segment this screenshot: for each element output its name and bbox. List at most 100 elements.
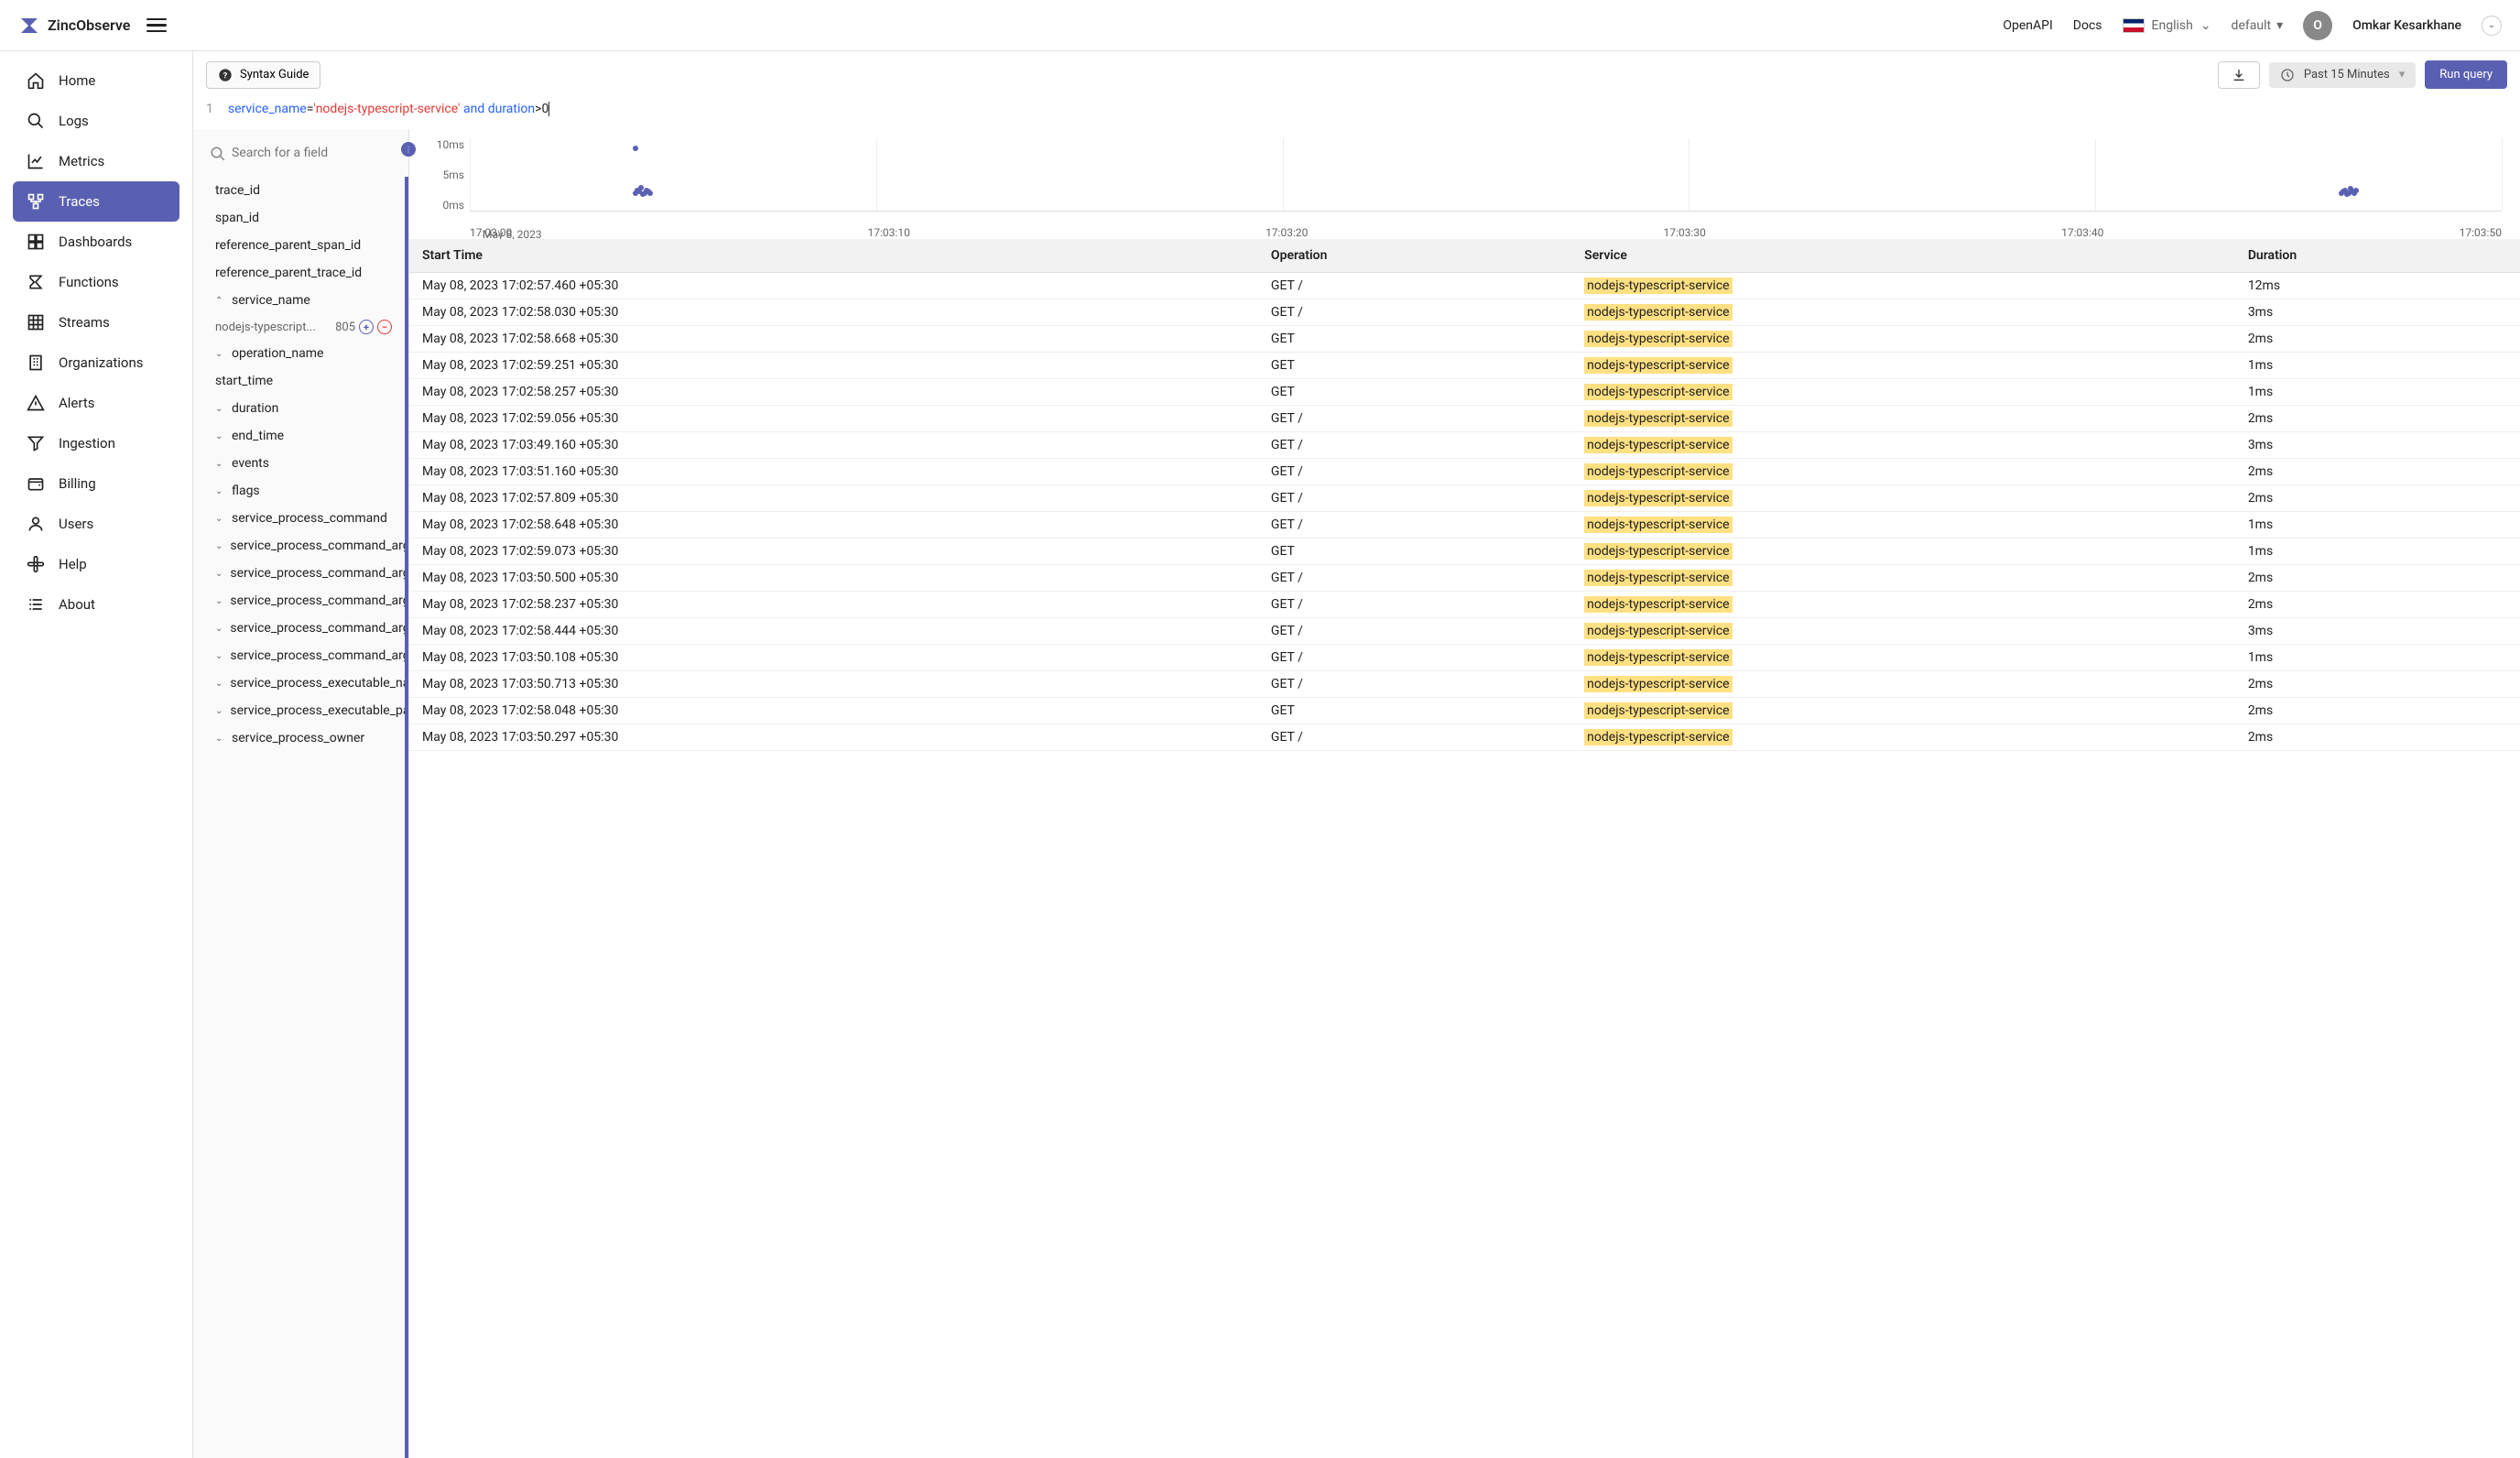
openapi-link[interactable]: OpenAPI [2003,18,2052,33]
col-duration[interactable]: Duration [2235,239,2520,273]
cell-service: nodejs-typescript-service [1571,724,2235,751]
language-selector[interactable]: English ⌄ [2123,18,2211,33]
field-reference_parent_trace_id[interactable]: reference_parent_trace_id [193,259,405,287]
field-service_process_command_arg[interactable]: ⌄service_process_command_arg... [193,532,405,560]
cell-operation: GET / [1258,512,1571,539]
slack-icon [26,554,46,574]
menu-toggle-icon[interactable] [147,18,167,33]
cell-duration: 1ms [2235,379,2520,406]
cell-service: nodejs-typescript-service [1571,539,2235,565]
table-row[interactable]: May 08, 2023 17:02:59.073 +05:30GETnodej… [409,539,2520,565]
chart-point[interactable] [635,188,640,193]
field-duration[interactable]: ⌄duration [193,395,405,422]
user-avatar[interactable]: O [2303,11,2332,40]
table-row[interactable]: May 08, 2023 17:02:58.030 +05:30GET /nod… [409,299,2520,326]
sidebar-item-alerts[interactable]: Alerts [13,383,179,423]
field-events[interactable]: ⌄events [193,450,405,477]
table-row[interactable]: May 08, 2023 17:03:51.160 +05:30GET /nod… [409,459,2520,485]
table-row[interactable]: May 08, 2023 17:03:49.160 +05:30GET /nod… [409,432,2520,459]
table-row[interactable]: May 08, 2023 17:02:58.257 +05:30GETnodej… [409,379,2520,406]
download-button[interactable] [2218,61,2260,89]
field-trace_id[interactable]: trace_id [193,177,405,204]
sidebar-item-traces[interactable]: Traces [13,181,179,222]
chevron-down-icon: ⌄ [215,624,223,634]
home-icon [26,71,46,91]
nav-label: Metrics [59,153,104,169]
table-row[interactable]: May 08, 2023 17:02:58.668 +05:30GETnodej… [409,326,2520,353]
field-reference_parent_span_id[interactable]: reference_parent_span_id [193,232,405,259]
brand-logo[interactable]: ZincObserve [18,15,130,37]
table-row[interactable]: May 08, 2023 17:02:58.648 +05:30GET /nod… [409,512,2520,539]
field-service_process_command[interactable]: ⌄service_process_command [193,505,405,532]
cell-start-time: May 08, 2023 17:02:57.460 +05:30 [409,273,1258,299]
field-span_id[interactable]: span_id [193,204,405,232]
run-query-button[interactable]: Run query [2425,60,2507,89]
table-row[interactable]: May 08, 2023 17:02:58.048 +05:30GETnodej… [409,698,2520,724]
table-row[interactable]: May 08, 2023 17:02:57.809 +05:30GET /nod… [409,485,2520,512]
field-service_process_command_arg[interactable]: ⌄service_process_command_arg... [193,587,405,615]
field-search-wrap: ⋮ [193,129,408,177]
table-row[interactable]: May 08, 2023 17:03:50.500 +05:30GET /nod… [409,565,2520,592]
cell-operation: GET [1258,353,1571,379]
table-row[interactable]: May 08, 2023 17:03:50.108 +05:30GET /nod… [409,645,2520,671]
table-row[interactable]: May 08, 2023 17:02:57.460 +05:30GET /nod… [409,273,2520,299]
sidebar-item-about[interactable]: About [13,584,179,625]
field-operation_name[interactable]: ⌄operation_name [193,340,405,367]
field-service_process_executable_pa[interactable]: ⌄service_process_executable_pa... [193,697,405,724]
field-service_process_executable_na[interactable]: ⌄service_process_executable_na... [193,669,405,697]
sidebar-item-metrics[interactable]: Metrics [13,141,179,181]
syntax-guide-button[interactable]: ? Syntax Guide [206,61,320,89]
col-operation[interactable]: Operation [1258,239,1571,273]
field-search-input[interactable] [202,138,399,168]
field-flags[interactable]: ⌄flags [193,477,405,505]
add-filter-icon[interactable]: + [359,320,374,334]
field-service_name[interactable]: ⌃service_name [193,287,405,314]
field-value-count: 805 [335,321,355,334]
chart-point[interactable] [633,146,638,151]
table-row[interactable]: May 08, 2023 17:03:50.297 +05:30GET /nod… [409,724,2520,751]
remove-filter-icon[interactable]: − [377,320,392,334]
download-icon [2232,68,2246,82]
results-table: Start TimeOperationServiceDuration May 0… [409,239,2520,751]
sidebar-item-home[interactable]: Home [13,60,179,101]
sidebar-item-help[interactable]: Help [13,544,179,584]
time-range-selector[interactable]: Past 15 Minutes ▾ [2269,62,2416,88]
query-editor[interactable]: 1 service_name='nodejs-typescript-servic… [193,98,2520,129]
sidebar-item-organizations[interactable]: Organizations [13,343,179,383]
field-service_process_owner[interactable]: ⌄service_process_owner [193,724,405,752]
sidebar-item-streams[interactable]: Streams [13,302,179,343]
field-start_time[interactable]: start_time [193,367,405,395]
sidebar-item-billing[interactable]: Billing [13,463,179,504]
docs-link[interactable]: Docs [2073,18,2102,33]
chart-point[interactable] [647,190,653,196]
sidebar-item-ingestion[interactable]: Ingestion [13,423,179,463]
chevron-down-icon: ⌄ [2488,20,2495,30]
nav-label: About [59,596,95,613]
chevron-down-icon: ⌄ [215,734,224,744]
chevron-down-icon: ⌄ [215,679,223,689]
org-label: default [2232,18,2272,33]
sidebar-item-functions[interactable]: Functions [13,262,179,302]
table-row[interactable]: May 08, 2023 17:02:59.056 +05:30GET /nod… [409,406,2520,432]
latency-chart[interactable]: 10ms5ms0ms 17:03:0017:03:1017:03:2017:03… [409,129,2520,239]
chart-point[interactable] [2353,188,2359,193]
field-end_time[interactable]: ⌄end_time [193,422,405,450]
org-selector[interactable]: default ▾ [2232,18,2284,33]
field-service_process_command_arg[interactable]: ⌄service_process_command_arg... [193,642,405,669]
col-start-time[interactable]: Start Time [409,239,1258,273]
sidebar-item-logs[interactable]: Logs [13,101,179,141]
nav-label: Traces [59,193,100,210]
sidebar-item-users[interactable]: Users [13,504,179,544]
table-row[interactable]: May 08, 2023 17:02:59.251 +05:30GETnodej… [409,353,2520,379]
table-row[interactable]: May 08, 2023 17:03:50.713 +05:30GET /nod… [409,671,2520,698]
help-icon: ? [218,68,233,82]
cell-duration: 2ms [2235,724,2520,751]
sidebar-item-dashboards[interactable]: Dashboards [13,222,179,262]
table-row[interactable]: May 08, 2023 17:02:58.444 +05:30GET /nod… [409,618,2520,645]
col-service[interactable]: Service [1571,239,2235,273]
user-menu-toggle[interactable]: ⌄ [2482,16,2502,36]
nav-label: Help [59,556,87,572]
field-service_process_command_arg[interactable]: ⌄service_process_command_arg... [193,615,405,642]
table-row[interactable]: May 08, 2023 17:02:58.237 +05:30GET /nod… [409,592,2520,618]
field-service_process_command_arg[interactable]: ⌄service_process_command_arg... [193,560,405,587]
